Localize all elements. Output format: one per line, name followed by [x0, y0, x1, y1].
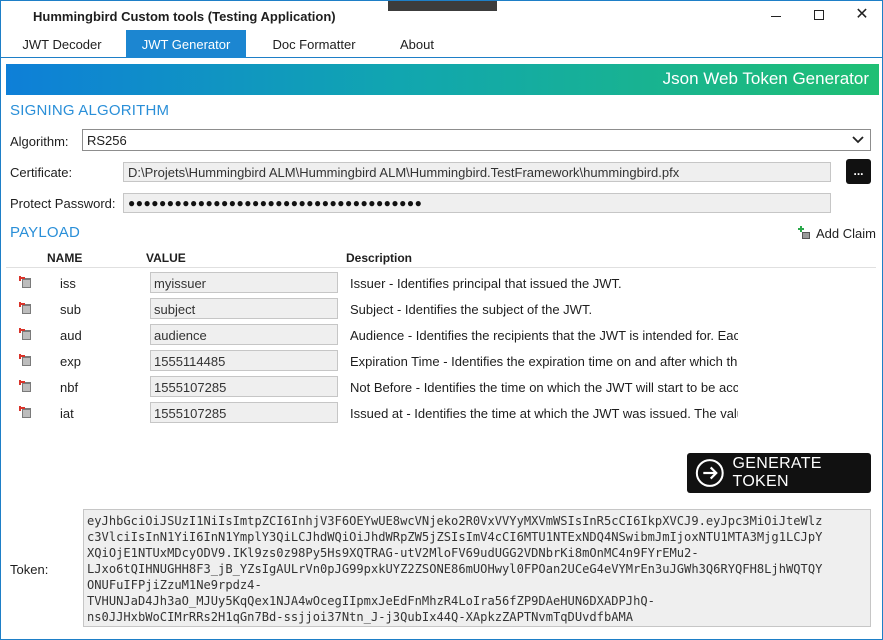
- title-grip[interactable]: [388, 1, 497, 11]
- claim-value-field[interactable]: audience: [150, 324, 338, 345]
- claim-value-field[interactable]: 1555114485: [150, 350, 338, 371]
- delete-claim-icon[interactable]: [19, 328, 33, 342]
- algorithm-select[interactable]: RS256: [82, 129, 871, 151]
- claim-name: aud: [60, 328, 82, 343]
- delete-claim-icon[interactable]: [19, 380, 33, 394]
- claim-description: Subject - Identifies the subject of the …: [350, 302, 593, 317]
- delete-claim-icon[interactable]: [19, 276, 33, 290]
- claim-value: 1555114485: [154, 354, 226, 369]
- signing-section-title: SIGNING ALGORITHM: [10, 102, 170, 119]
- column-header-name: NAME: [47, 251, 83, 265]
- delete-claim-icon[interactable]: [19, 354, 33, 368]
- claim-row: aud audience Audience - Identifies the rec…: [1, 324, 882, 350]
- page-title: Json Web Token Generator: [662, 69, 869, 88]
- algorithm-label: Algorithm:: [10, 134, 69, 149]
- close-button[interactable]: ✕: [847, 5, 877, 25]
- window-title: Hummingbird Custom tools (Testing Applic…: [33, 9, 336, 24]
- claim-value: 1555107285: [154, 380, 227, 395]
- claim-row: nbf 1555107285 Not Before - Identifies the…: [1, 376, 882, 402]
- close-icon: ✕: [855, 6, 869, 23]
- claim-row: iss myissuer Issuer - Identifies principal…: [1, 272, 882, 298]
- maximize-button[interactable]: [804, 5, 834, 25]
- generate-token-button[interactable]: GENERATE TOKEN: [687, 453, 871, 493]
- tab-doc-formatter[interactable]: Doc Formatter: [254, 30, 374, 58]
- claim-description: Expiration Time - Identifies the expirat…: [350, 354, 738, 369]
- claim-value: audience: [154, 328, 207, 343]
- add-claim-label: Add Claim: [816, 225, 876, 241]
- token-label: Token:: [10, 562, 49, 577]
- claim-name: nbf: [60, 380, 79, 395]
- claim-value: 1555107285: [154, 406, 227, 421]
- tab-bar: JWT Decoder JWT Generator Doc Formatter …: [1, 30, 882, 58]
- claim-description: Audience - Identifies the recipients tha…: [350, 328, 738, 343]
- browse-certificate-button[interactable]: ...: [846, 159, 871, 184]
- claim-value-field[interactable]: 1555107285: [150, 376, 338, 397]
- header-divider: [6, 267, 876, 268]
- claim-name: iat: [60, 406, 74, 421]
- claim-name: iss: [60, 276, 76, 291]
- minimize-icon: [771, 15, 781, 17]
- column-header-description: Description: [346, 251, 413, 265]
- certificate-field[interactable]: D:\Projets\Hummingbird ALM\Hummingbird A…: [123, 162, 831, 182]
- delete-claim-icon[interactable]: [19, 302, 33, 316]
- title-bar[interactable]: Hummingbird Custom tools (Testing Applic…: [1, 1, 882, 31]
- tab-about[interactable]: About: [381, 30, 453, 58]
- password-field[interactable]: ●●●●●●●●●●●●●●●●●●●●●●●●●●●●●●●●●●●●●●: [123, 193, 831, 213]
- add-claim-icon: [798, 226, 810, 239]
- password-label: Protect Password:: [10, 196, 116, 211]
- header-band: Json Web Token Generator: [6, 64, 879, 95]
- claim-name: exp: [60, 354, 81, 369]
- claim-row: iat 1555107285 Issued at - Identifies the …: [1, 402, 882, 428]
- password-value: ●●●●●●●●●●●●●●●●●●●●●●●●●●●●●●●●●●●●●●: [128, 196, 423, 210]
- claim-value-field[interactable]: 1555107285: [150, 402, 338, 423]
- minimize-button[interactable]: [761, 5, 791, 25]
- token-output[interactable]: eyJhbGciOiJSUzI1NiIsImtpZCI6InhjV3F6OEYw…: [83, 509, 871, 627]
- certificate-label: Certificate:: [10, 165, 73, 180]
- claim-value-field[interactable]: myissuer: [150, 272, 338, 293]
- claim-value-field[interactable]: subject: [150, 298, 338, 319]
- claim-row: exp 1555114485 Expiration Time - Identifie…: [1, 350, 882, 376]
- algorithm-value: RS256: [87, 133, 127, 148]
- claim-row: sub subject Subject - Identifies the subje…: [1, 298, 882, 324]
- claim-description: Issued at - Identifies the time at which…: [350, 406, 738, 421]
- token-value: eyJhbGciOiJSUzI1NiIsImtpZCI6InhjV3F6OEYw…: [87, 514, 823, 624]
- generate-token-label: GENERATE TOKEN: [732, 455, 822, 490]
- add-claim-button[interactable]: Add Claim: [797, 224, 876, 242]
- payload-section-title: PAYLOAD: [10, 224, 81, 241]
- maximize-icon: [814, 10, 824, 20]
- claim-value: subject: [154, 302, 196, 317]
- delete-claim-icon[interactable]: [19, 406, 33, 420]
- tab-jwt-generator[interactable]: JWT Generator: [126, 30, 246, 58]
- claim-value: myissuer: [154, 276, 207, 291]
- claim-description: Not Before - Identifies the time on whic…: [350, 380, 738, 395]
- claim-description: Issuer - Identifies principal that issue…: [350, 276, 622, 291]
- certificate-value: D:\Projets\Hummingbird ALM\Hummingbird A…: [128, 165, 680, 180]
- column-header-value: VALUE: [146, 251, 186, 265]
- app-window: Hummingbird Custom tools (Testing Applic…: [0, 0, 883, 640]
- tab-jwt-decoder[interactable]: JWT Decoder: [6, 30, 118, 58]
- chevron-down-icon: [852, 136, 864, 144]
- arrow-right-circle-icon: [695, 459, 724, 487]
- claim-name: sub: [60, 302, 81, 317]
